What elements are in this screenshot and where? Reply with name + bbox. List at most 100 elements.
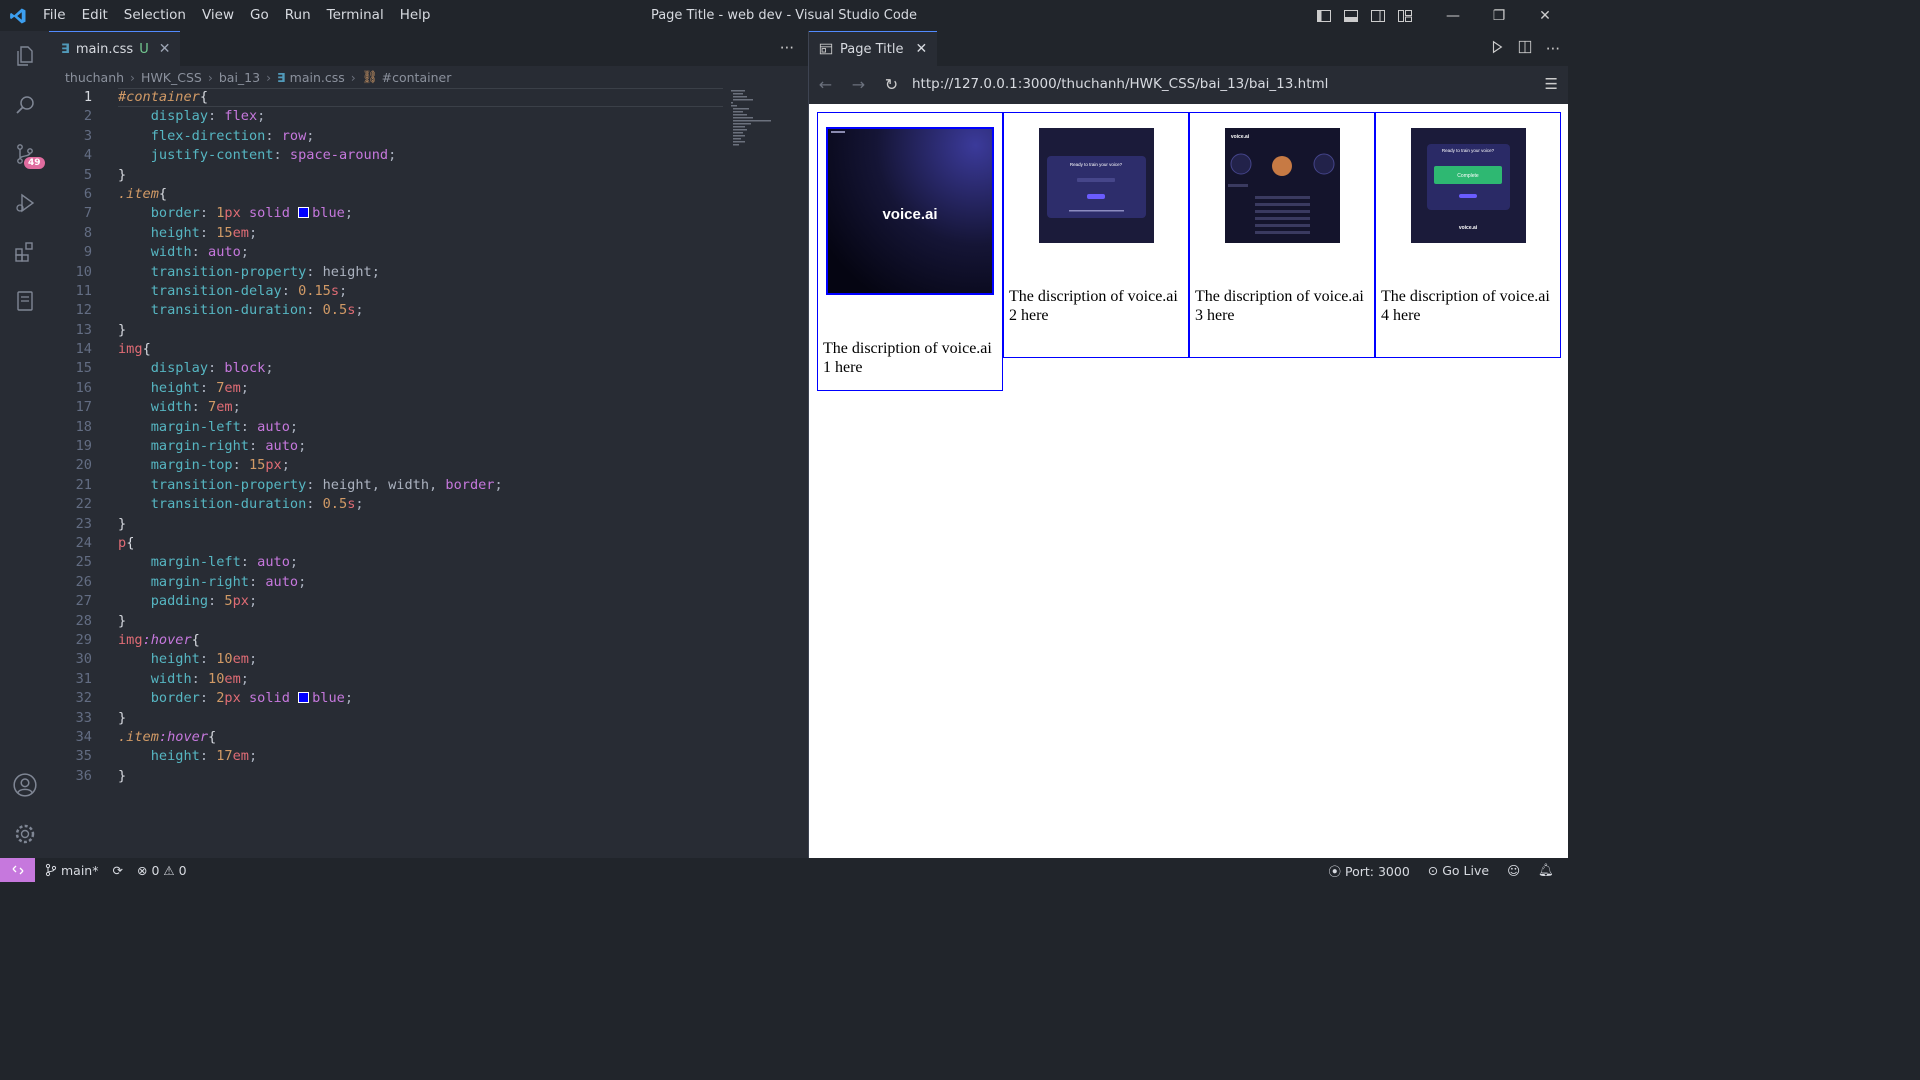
code-line[interactable]: 7 border: 1px solid blue; bbox=[49, 204, 729, 223]
card-image[interactable]: voice.ai bbox=[826, 127, 994, 295]
code-line[interactable]: 11 transition-delay: 0.15s; bbox=[49, 282, 729, 301]
more-actions-icon[interactable]: ··· bbox=[1546, 40, 1560, 58]
code-line[interactable]: 31 width: 10em; bbox=[49, 670, 729, 689]
go-live-button[interactable]: ⊙ Go Live bbox=[1428, 863, 1489, 878]
code-line[interactable]: 28} bbox=[49, 612, 729, 631]
remote-indicator-icon[interactable] bbox=[0, 858, 35, 882]
card-item[interactable]: voice.ai The discription of voice.ai 1 h… bbox=[817, 112, 1003, 391]
minimap[interactable] bbox=[729, 88, 789, 148]
reload-icon[interactable]: ↻ bbox=[875, 75, 908, 94]
code-line[interactable]: 33} bbox=[49, 709, 729, 728]
code-line[interactable]: 16 height: 7em; bbox=[49, 379, 729, 398]
forward-arrow-icon[interactable]: → bbox=[842, 75, 875, 94]
customize-layout-icon[interactable] bbox=[1391, 0, 1418, 31]
code-area[interactable]: 1 #container{2 display: flex; 3 flex-direc… bbox=[49, 88, 729, 786]
card-item[interactable]: voice.ai The discription of voice.ai 3 h… bbox=[1189, 112, 1375, 358]
code-line[interactable]: 9 width: auto; bbox=[49, 243, 729, 262]
toggle-panel-icon[interactable] bbox=[1337, 0, 1364, 31]
code-line[interactable]: 2 display: flex; bbox=[49, 107, 729, 126]
toggle-secondary-sidebar-icon[interactable] bbox=[1364, 0, 1391, 31]
tab-main-css[interactable]: ∃ main.css U ✕ bbox=[49, 31, 181, 66]
breadcrumb-item[interactable]: thuchanh bbox=[65, 70, 124, 85]
problems-indicator[interactable]: ⊗ 0 ⚠ 0 bbox=[137, 863, 187, 878]
port-indicator[interactable]: ⦿ Port: 3000 bbox=[1329, 861, 1410, 880]
source-control-icon[interactable]: 49 bbox=[0, 129, 49, 178]
code-line[interactable]: 17 width: 7em; bbox=[49, 398, 729, 417]
run-debug-icon[interactable] bbox=[0, 178, 49, 227]
breadcrumb-item[interactable]: bai_13 bbox=[219, 70, 260, 85]
close-tab-icon[interactable]: ✕ bbox=[159, 41, 171, 57]
menu-terminal[interactable]: Terminal bbox=[319, 0, 392, 31]
menu-view[interactable]: View bbox=[194, 0, 242, 31]
menu-edit[interactable]: Edit bbox=[74, 0, 116, 31]
menu-file[interactable]: File bbox=[35, 0, 74, 31]
line-number: 19 bbox=[75, 438, 92, 455]
toggle-primary-sidebar-icon[interactable] bbox=[1310, 0, 1337, 31]
code-line[interactable]: 14 img{ bbox=[49, 340, 729, 359]
search-icon[interactable] bbox=[0, 80, 49, 129]
code-line[interactable]: 35 height: 17em; bbox=[49, 747, 729, 766]
breadcrumb-item[interactable]: #container bbox=[382, 70, 452, 85]
code-line[interactable]: 6 .item{ bbox=[49, 185, 729, 204]
code-line[interactable]: 18 margin-left: auto; bbox=[49, 418, 729, 437]
close-tab-icon[interactable]: ✕ bbox=[915, 41, 927, 57]
menu-help[interactable]: Help bbox=[392, 0, 439, 31]
run-icon[interactable] bbox=[1490, 40, 1504, 58]
code-line[interactable]: 1 #container{ bbox=[49, 88, 729, 107]
line-text: display: block; bbox=[150, 360, 274, 377]
split-editor-icon[interactable] bbox=[1518, 40, 1532, 58]
extensions-icon[interactable] bbox=[0, 227, 49, 276]
card-item[interactable]: Ready to train your voice? Complete voic… bbox=[1375, 112, 1561, 358]
settings-gear-icon[interactable] bbox=[0, 809, 49, 858]
code-line[interactable]: 36} bbox=[49, 767, 729, 786]
code-line[interactable]: 27 padding: 5px; bbox=[49, 592, 729, 611]
menu-go[interactable]: Go bbox=[242, 0, 277, 31]
code-line[interactable]: 20 margin-top: 15px; bbox=[49, 456, 729, 475]
sync-icon[interactable]: ⟳ bbox=[112, 863, 122, 878]
menu-selection[interactable]: Selection bbox=[116, 0, 194, 31]
line-number: 8 bbox=[83, 224, 92, 241]
restore-icon[interactable]: ❐ bbox=[1476, 0, 1522, 31]
card-image[interactable]: Ready to train your voice? bbox=[1038, 128, 1154, 243]
code-line[interactable]: 10 transition-property: height; bbox=[49, 263, 729, 282]
code-line[interactable]: 19 margin-right: auto; bbox=[49, 437, 729, 456]
more-actions-icon[interactable]: ··· bbox=[780, 31, 794, 66]
code-line[interactable]: 4 justify-content: space-around; bbox=[49, 146, 729, 165]
accounts-icon[interactable] bbox=[0, 760, 49, 809]
explorer-icon[interactable] bbox=[0, 31, 49, 80]
code-line[interactable]: 13} bbox=[49, 321, 729, 340]
close-window-icon[interactable]: ✕ bbox=[1522, 0, 1568, 31]
code-line[interactable]: 26 margin-right: auto; bbox=[49, 573, 729, 592]
code-line[interactable]: 34 .item:hover{ bbox=[49, 728, 729, 747]
code-line[interactable]: 3 flex-direction: row; bbox=[49, 127, 729, 146]
color-swatch[interactable] bbox=[298, 692, 310, 704]
branch-indicator[interactable]: main* bbox=[45, 863, 98, 878]
back-arrow-icon[interactable]: ← bbox=[809, 75, 842, 94]
url-field[interactable]: http://127.0.0.1:3000/thuchanh/HWK_CSS/b… bbox=[912, 76, 1328, 92]
remote-explorer-icon[interactable] bbox=[0, 276, 49, 325]
code-line[interactable]: 30 height: 10em; bbox=[49, 650, 729, 669]
card-item[interactable]: Ready to train your voice? The discripti… bbox=[1003, 112, 1189, 358]
hamburger-menu-icon[interactable]: ☰ bbox=[1545, 75, 1558, 93]
code-line[interactable]: 8 height: 15em; bbox=[49, 224, 729, 243]
code-line[interactable]: 22 transition-duration: 0.5s; bbox=[49, 495, 729, 514]
code-line[interactable]: 24 p{ bbox=[49, 534, 729, 553]
card-image[interactable]: Ready to train your voice? Complete voic… bbox=[1410, 128, 1526, 243]
breadcrumb-item[interactable]: main.css bbox=[290, 70, 345, 85]
minimize-icon[interactable]: — bbox=[1430, 0, 1476, 31]
card-image[interactable]: voice.ai bbox=[1224, 128, 1340, 243]
menu-run[interactable]: Run bbox=[277, 0, 319, 31]
tab-page-title[interactable]: Page Title ✕ bbox=[809, 31, 938, 66]
code-line[interactable]: 5} bbox=[49, 166, 729, 185]
notifications-bell-icon[interactable]: 🔔︎ bbox=[1538, 862, 1554, 878]
code-line[interactable]: 15 display: block; bbox=[49, 359, 729, 378]
code-line[interactable]: 23} bbox=[49, 515, 729, 534]
breadcrumb-item[interactable]: HWK_CSS bbox=[141, 70, 202, 85]
color-swatch[interactable] bbox=[298, 207, 310, 219]
code-line[interactable]: 32 border: 2px solid blue; bbox=[49, 689, 729, 708]
code-line[interactable]: 12 transition-duration: 0.5s; bbox=[49, 301, 729, 320]
code-line[interactable]: 29 img:hover{ bbox=[49, 631, 729, 650]
code-line[interactable]: 25 margin-left: auto; bbox=[49, 553, 729, 572]
feedback-icon[interactable]: ☺ bbox=[1507, 863, 1520, 878]
code-line[interactable]: 21 transition-property: height, width, b… bbox=[49, 476, 729, 495]
